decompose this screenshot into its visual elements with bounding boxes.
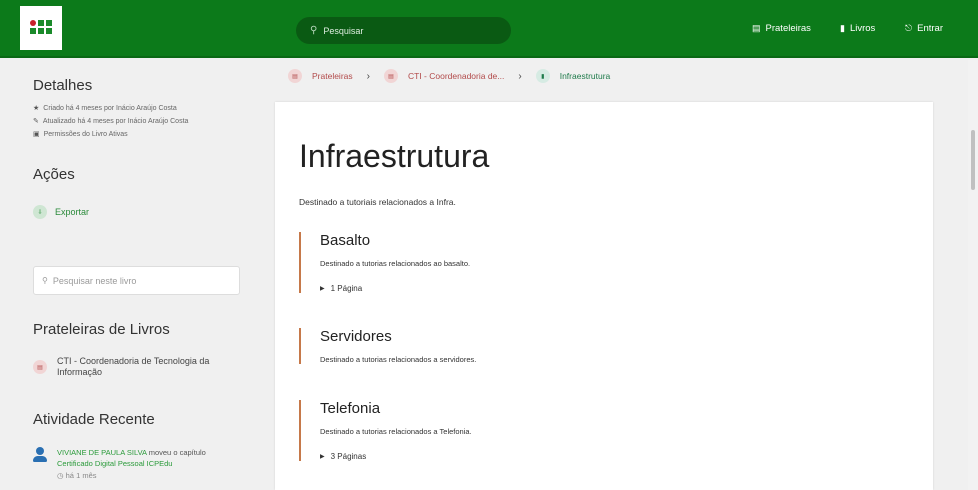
sidebar: Detalhes ★ Criado há 4 meses por Inácio … <box>0 60 272 490</box>
meta-permissions: ▣ Permissões do Livro Ativas <box>33 130 128 139</box>
chapter-title: Basalto <box>320 232 371 249</box>
book-description: Destinado a tutoriais relacionados a Inf… <box>299 197 456 207</box>
chapter-title: Servidores <box>320 328 392 345</box>
clock-icon: ◷ <box>57 470 64 480</box>
nav-shelves[interactable]: ▤ Prateleiras <box>752 23 811 34</box>
nav-login[interactable]: ⎋ Entrar <box>905 23 943 34</box>
caret-right-icon: ▶ <box>320 286 325 292</box>
book-search[interactable]: ⚲ <box>33 266 240 295</box>
activity-action: moveu o capítulo <box>148 448 206 457</box>
book-title: Infraestrutura <box>299 138 490 174</box>
export-label: Exportar <box>55 207 90 217</box>
lock-icon: ▣ <box>33 131 40 138</box>
nav-books[interactable]: ▮ Livros <box>840 23 875 34</box>
book-content-card: Infraestrutura Destinado a tutoriais rel… <box>275 102 933 490</box>
breadcrumb: ▤ Prateleiras › ▤ CTI - Coordenadoria de… <box>288 69 610 83</box>
chapter-description: Destinado a tutorias relacionados a serv… <box>320 355 477 364</box>
chapter-servidores[interactable]: Servidores Destinado a tutorias relacion… <box>299 328 899 364</box>
activity-user-link[interactable]: VIVIANE DE PAULA SILVA <box>57 448 147 457</box>
shelves-heading: Prateleiras de Livros <box>33 321 170 338</box>
chapter-pages-count: 3 Páginas <box>330 452 367 461</box>
pencil-icon: ✎ <box>33 118 39 125</box>
shelf-item[interactable]: ▤ CTI - Coordenadoria de Tecnologia da I… <box>33 356 237 379</box>
chapter-description: Destinado a tutorias relacionados a Tele… <box>320 427 472 436</box>
chapter-basalto[interactable]: Basalto Destinado a tutorias relacionado… <box>299 232 899 293</box>
user-avatar-icon <box>33 447 47 463</box>
chevron-right-icon: › <box>518 70 522 82</box>
breadcrumb-shelves-label: Prateleiras <box>312 71 353 81</box>
login-icon: ⎋ <box>905 23 913 33</box>
meta-created: ★ Criado há 4 meses por Inácio Araújo Co… <box>33 104 177 113</box>
chapter-description: Destinado a tutorias relacionados ao bas… <box>320 259 471 268</box>
breadcrumb-shelves[interactable]: ▤ Prateleiras <box>288 69 353 83</box>
book-icon: ▮ <box>535 69 550 83</box>
shelf-icon: ▤ <box>33 360 47 375</box>
details-heading: Detalhes <box>33 77 93 94</box>
breadcrumb-shelf-label: CTI - Coordenadoria de... <box>407 71 505 81</box>
activity-target-link[interactable]: Certificado Digital Pessoal ICPEdu <box>57 458 206 469</box>
export-action[interactable]: ⇩ Exportar <box>33 205 89 219</box>
recent-activity-heading: Atividade Recente <box>33 411 155 428</box>
star-icon: ★ <box>33 105 40 112</box>
activity-item: VIVIANE DE PAULA SILVA moveu o capítulo … <box>33 447 206 481</box>
activity-time: há 1 mês <box>65 470 97 480</box>
breadcrumb-book[interactable]: ▮ Infraestrutura <box>535 69 611 83</box>
shelves-icon: ▤ <box>288 69 302 83</box>
page-scrollbar[interactable] <box>968 60 978 490</box>
meta-updated-text: Atualizado há 4 meses por Inácio Araújo … <box>42 117 189 125</box>
chapter-pages-count: 1 Página <box>330 284 363 293</box>
shelves-icon: ▤ <box>752 23 761 33</box>
chevron-right-icon: › <box>366 70 370 82</box>
books-icon: ▮ <box>840 23 845 33</box>
chapter-pages-toggle[interactable]: ▶ 3 Páginas <box>320 452 899 461</box>
meta-updated: ✎ Atualizado há 4 meses por Inácio Araúj… <box>33 117 189 126</box>
export-icon: ⇩ <box>33 205 47 219</box>
top-header: ⚲ ▤ Prateleiras ▮ Livros ⎋ Entrar <box>0 0 978 58</box>
search-icon: ⚲ <box>310 25 318 36</box>
book-search-input[interactable] <box>52 275 233 286</box>
logo-mark-icon <box>30 20 52 36</box>
nav-books-label: Livros <box>849 23 876 34</box>
global-search[interactable]: ⚲ <box>296 17 511 44</box>
actions-heading: Ações <box>33 166 75 183</box>
search-icon: ⚲ <box>42 276 48 285</box>
chapter-pages-toggle[interactable]: ▶ 1 Página <box>320 284 899 293</box>
chapter-telefonia[interactable]: Telefonia Destinado a tutorias relaciona… <box>299 400 899 461</box>
meta-permissions-text: Permissões do Livro Ativas <box>43 130 128 138</box>
nav-login-label: Entrar <box>917 23 943 34</box>
chapter-title: Telefonia <box>320 400 381 417</box>
breadcrumb-shelf[interactable]: ▤ CTI - Coordenadoria de... <box>383 69 505 83</box>
meta-created-text: Criado há 4 meses por Inácio Araújo Cost… <box>43 104 177 112</box>
scrollbar-thumb[interactable] <box>971 130 975 190</box>
shelf-icon: ▤ <box>383 69 398 83</box>
institution-logo[interactable] <box>20 6 62 50</box>
nav-shelves-label: Prateleiras <box>765 23 811 34</box>
breadcrumb-book-label: Infraestrutura <box>559 71 611 81</box>
shelf-item-label: CTI - Coordenadoria de Tecnologia da Inf… <box>57 356 210 378</box>
search-input[interactable] <box>323 25 484 36</box>
caret-right-icon: ▶ <box>320 454 325 460</box>
